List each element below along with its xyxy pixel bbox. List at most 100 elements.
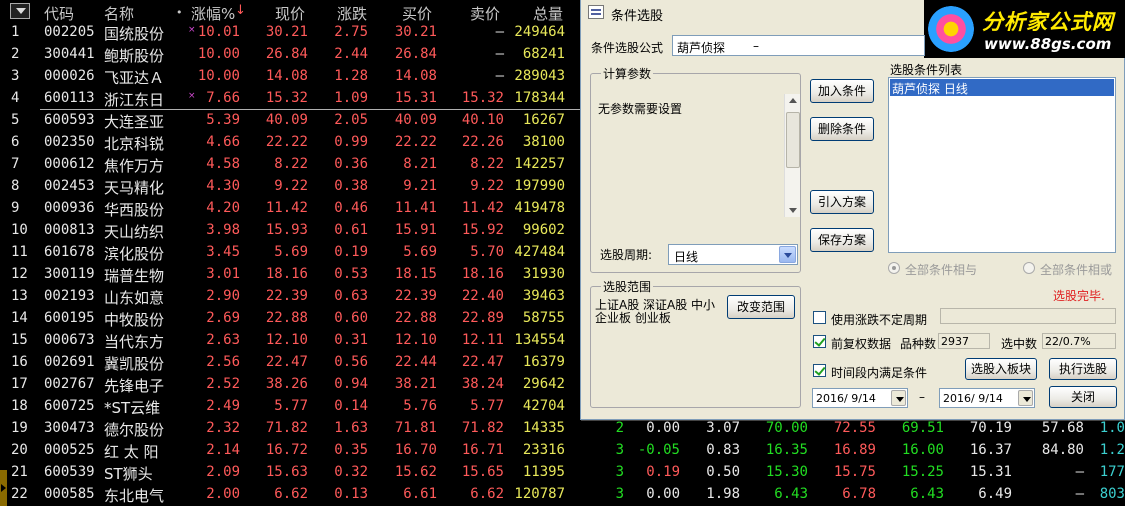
execute-selection-button[interactable]: 执行选股 <box>1049 358 1117 380</box>
expand-arrow-icon[interactable] <box>0 470 7 506</box>
cell-price: 5.69 <box>274 244 308 260</box>
cell-extra: 16.35 <box>765 442 808 458</box>
cell-vol: 38100 <box>522 134 565 150</box>
cell-code: 002193 <box>44 288 95 304</box>
cell-extra: – <box>1075 464 1084 480</box>
cell-chg: 0.14 <box>334 398 368 414</box>
header-ask[interactable]: 卖价 <box>470 3 500 24</box>
cell-code: 000026 <box>44 68 95 84</box>
cell-ask: 15.65 <box>461 464 504 480</box>
cell-chg: 0.31 <box>334 332 368 348</box>
cell-vol: 249464 <box>514 24 565 40</box>
cell-extra: 0.50 <box>706 464 740 480</box>
save-plan-button[interactable]: 保存方案 <box>810 228 874 252</box>
period-value: 日线 <box>674 250 699 264</box>
header-bid[interactable]: 买价 <box>402 3 432 24</box>
use-uncertain-checkbox[interactable] <box>813 311 826 324</box>
scroll-thumb[interactable] <box>786 112 800 168</box>
cell-name: 天山纺织 <box>104 223 165 241</box>
range-group-title: 选股范围 <box>601 278 654 295</box>
scroll-up-icon[interactable] <box>789 98 797 103</box>
uncertain-input[interactable] <box>940 308 1116 324</box>
header-name[interactable]: 名称 <box>104 3 134 24</box>
date-from-picker[interactable]: 2016/ 9/14 <box>812 388 908 408</box>
table-row[interactable]: 20 000525 红 太 阳 2.14 16.72 0.35 16.70 16.71 2331… <box>0 440 1125 462</box>
cell-extra: 6.78 <box>842 486 876 502</box>
change-range-button[interactable]: 改变范围 <box>727 295 795 319</box>
cell-name: 国统股份 <box>104 25 165 43</box>
params-group: 计算参数 无参数需要设置 选股周期: 日线 <box>590 65 801 273</box>
cell-code: 002350 <box>44 134 95 150</box>
radio-and[interactable] <box>888 262 900 274</box>
cell-bid: 5.76 <box>403 398 437 414</box>
date-to-dropdown-icon[interactable] <box>1018 390 1033 406</box>
cell-code: 000673 <box>44 332 95 348</box>
params-scrollbar[interactable] <box>784 94 800 217</box>
column-menu-button[interactable] <box>10 3 30 19</box>
selected-label: 选中数 <box>1001 337 1038 351</box>
cell-extra: 6.49 <box>978 486 1012 502</box>
cell-name: 瑞普生物 <box>104 267 165 285</box>
table-row[interactable]: 21 600539 ST狮头 2.09 15.63 0.32 15.62 15.65 11395… <box>0 462 1125 484</box>
cell-chg: 0.60 <box>334 310 368 326</box>
to-block-button[interactable]: 选股入板块 <box>965 358 1037 380</box>
cell-ask: 40.10 <box>461 112 504 128</box>
count-value: 2937 <box>941 335 969 348</box>
cell-chg: 0.35 <box>334 442 368 458</box>
cell-code: 000936 <box>44 200 95 216</box>
cell-code: 600593 <box>44 112 95 128</box>
header-price[interactable]: 现价 <box>275 3 305 24</box>
close-button[interactable]: 关闭 <box>1049 386 1117 408</box>
cell-pct: 2.00 <box>206 486 240 502</box>
delete-condition-button[interactable]: 删除条件 <box>810 117 874 141</box>
date-to-picker[interactable]: 2016/ 9/14 <box>939 388 1035 408</box>
time-range-label: 时间段内满足条件 <box>831 366 928 380</box>
cell-name: 大连圣亚 <box>104 113 165 131</box>
formula-combo[interactable]: 葫芦侦探 – <box>672 35 925 56</box>
cell-ask: 8.22 <box>470 156 504 172</box>
table-row[interactable]: 22 000585 东北电气 2.00 6.62 0.13 6.61 6.62 120787 3 0… <box>0 484 1125 506</box>
date-from-dropdown-icon[interactable] <box>891 390 906 406</box>
cell-bid: 22.22 <box>394 134 437 150</box>
cell-name: 华西股份 <box>104 201 165 219</box>
formula-value: 葫芦侦探 <box>677 41 726 55</box>
cell-vol: 120787 <box>514 486 565 502</box>
cell-pct: 2.69 <box>206 310 240 326</box>
period-select[interactable]: 日线 <box>668 244 798 265</box>
radio-or[interactable] <box>1023 262 1035 274</box>
cell-vol: 427484 <box>514 244 565 260</box>
header-change[interactable]: 涨跌 <box>337 3 367 24</box>
logo-title: 分析家公式网 <box>982 10 1114 34</box>
table-row[interactable]: 19 300473 德尔股份 2.32 71.82 1.63 71.81 71.82 14335… <box>0 418 1125 440</box>
header-change-pct[interactable]: 涨幅% <box>191 3 235 24</box>
cell-pct: 4.58 <box>206 156 240 172</box>
cell-bid: 9.21 <box>403 178 437 194</box>
cell-no: 22 <box>11 486 28 502</box>
cell-bid: 15.91 <box>394 222 437 238</box>
cell-pct: 5.39 <box>206 112 240 128</box>
range-text: 上证A股 深证A股 中小企业板 创业板 <box>595 298 716 325</box>
cell-extra: 16.37 <box>969 442 1012 458</box>
cell-vol: 142257 <box>514 156 565 172</box>
cell-no: 18 <box>11 398 28 414</box>
chevron-down-icon[interactable] <box>779 246 796 263</box>
cell-pct: 7.66 <box>206 90 240 106</box>
cell-vol: 42704 <box>522 398 565 414</box>
import-plan-button[interactable]: 引入方案 <box>810 190 874 214</box>
cell-bid: 22.44 <box>394 354 437 370</box>
cell-pct: 4.20 <box>206 200 240 216</box>
prev-adjust-label: 前复权数据 <box>831 337 892 351</box>
cell-pct: 2.14 <box>206 442 240 458</box>
cell-ask: – <box>495 46 504 62</box>
time-range-checkbox[interactable] <box>813 364 826 377</box>
date-from-value: 2016/ 9/14 <box>816 392 876 405</box>
cell-bid: 15.31 <box>394 90 437 106</box>
list-item[interactable]: 葫芦侦探 日线 <box>890 79 1114 96</box>
prev-adjust-checkbox[interactable] <box>813 335 826 348</box>
scroll-down-icon[interactable] <box>789 208 797 213</box>
header-code[interactable]: 代码 <box>44 3 74 24</box>
cell-code: 600113 <box>44 90 95 106</box>
condition-list[interactable]: 葫芦侦探 日线 <box>888 77 1116 253</box>
header-volume[interactable]: 总量 <box>533 3 563 24</box>
add-condition-button[interactable]: 加入条件 <box>810 79 874 103</box>
